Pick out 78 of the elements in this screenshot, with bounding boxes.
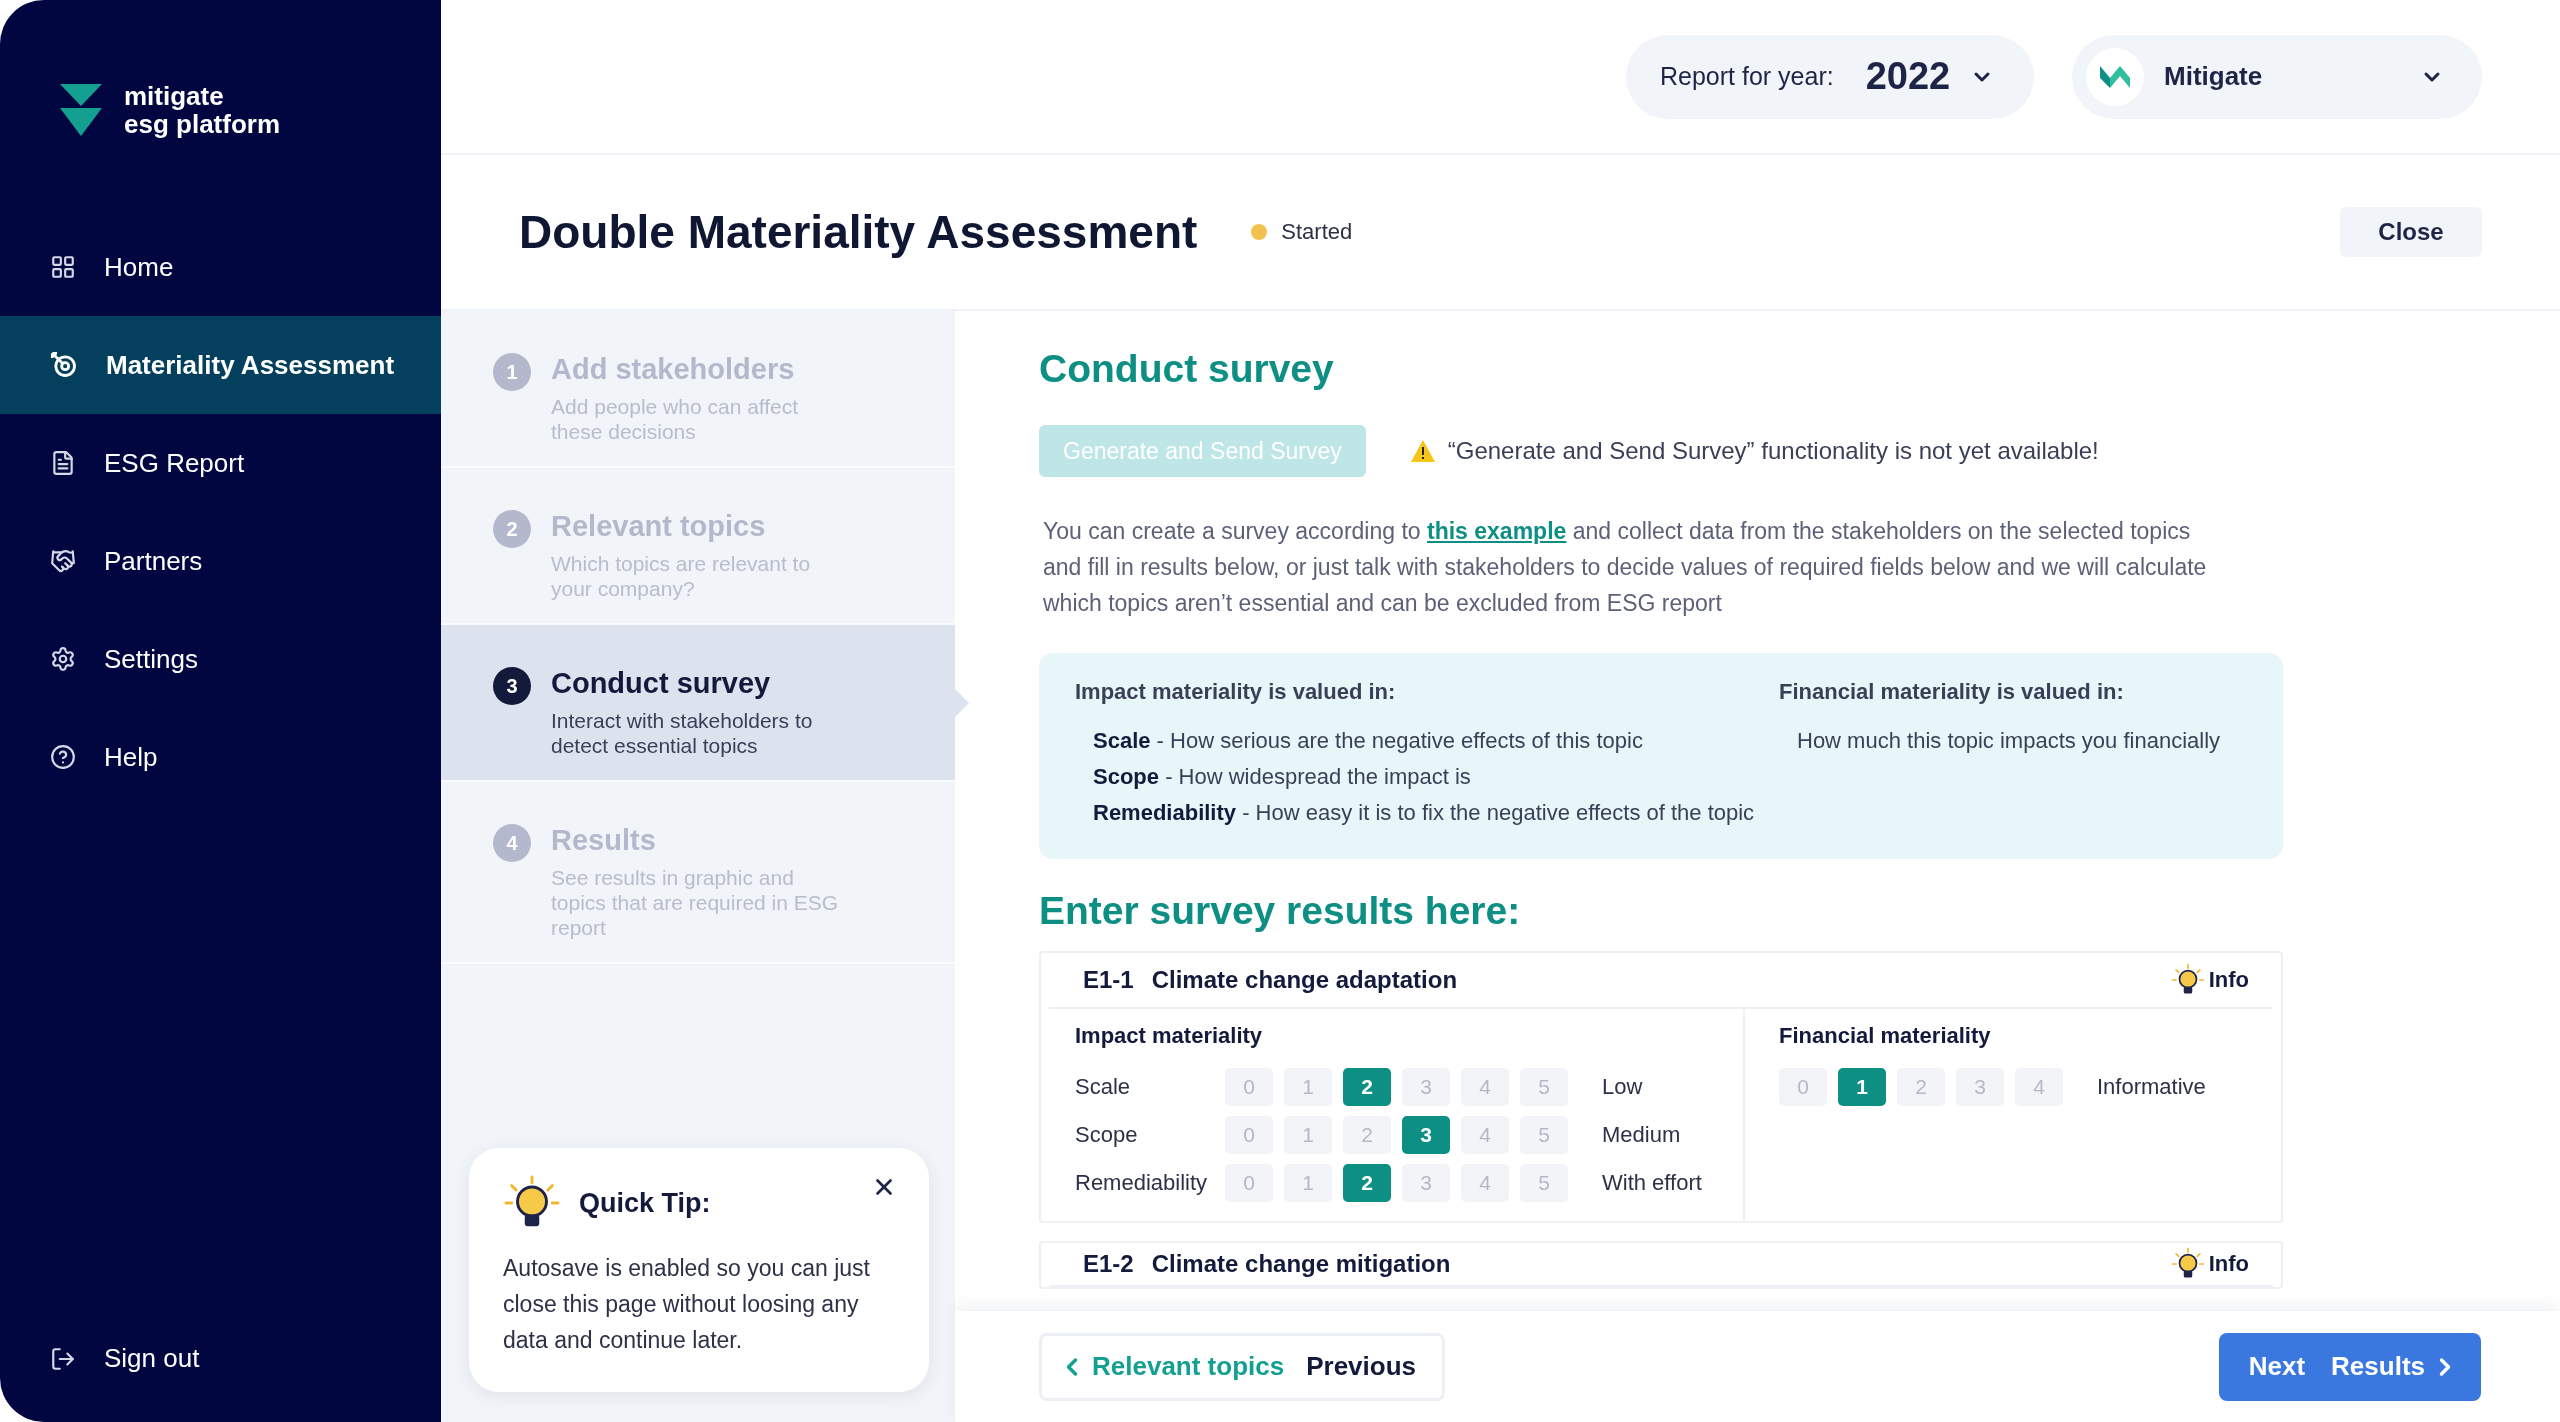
topic-title: Climate change adaptation: [1151, 966, 1458, 994]
nav-item[interactable]: Settings: [0, 610, 441, 708]
previous-button[interactable]: Relevant topics Previous: [1039, 1332, 1445, 1401]
tip-title: Quick Tip:: [579, 1187, 711, 1219]
row-label: Scale: [1075, 1074, 1132, 1100]
topic-code: E1-1: [1083, 966, 1134, 994]
company-select[interactable]: Mitigate: [2072, 34, 2482, 119]
score-option[interactable]: 2: [1897, 1068, 1945, 1106]
lightbulb-icon: [2170, 1247, 2205, 1281]
sign-out-link[interactable]: Sign out: [0, 1343, 441, 1374]
score-option[interactable]: 3: [1402, 1164, 1450, 1202]
info-line: Scale - How serious are the negative effects of this topic: [1092, 727, 1644, 755]
company-logo-icon: [2086, 47, 2144, 106]
info-line: Scope - How widespread the impact is: [1092, 763, 1472, 791]
score-option[interactable]: 2: [1343, 1164, 1391, 1202]
score-option[interactable]: 1: [1284, 1164, 1332, 1202]
example-link[interactable]: this example: [1427, 518, 1567, 544]
warning-text: “Generate and Send Survey” functionality is not yet available!: [1447, 437, 2099, 465]
score-option[interactable]: 4: [1461, 1164, 1509, 1202]
close-button[interactable]: Close: [2340, 207, 2482, 257]
document-icon: [50, 450, 76, 476]
info-line: Remediability - How easy it is to fix the negative effects of the topic: [1092, 799, 1756, 827]
target-icon: [50, 351, 78, 379]
score-option[interactable]: 0: [1779, 1068, 1827, 1106]
nav-item[interactable]: Partners: [0, 512, 441, 610]
score-reading: Low: [1602, 1074, 1643, 1100]
score-option[interactable]: 5: [1520, 1068, 1568, 1106]
score-option[interactable]: 1: [1838, 1068, 1886, 1106]
score-option[interactable]: 5: [1520, 1164, 1568, 1202]
info-button[interactable]: Info: [2170, 963, 2249, 997]
score-option[interactable]: 4: [1461, 1068, 1509, 1106]
nav-item[interactable]: Materiality Assessment: [0, 316, 441, 414]
score-option[interactable]: 4: [1461, 1116, 1509, 1154]
page-title: Double Materiality Assessment: [519, 205, 1198, 259]
lightbulb-icon: [2170, 963, 2205, 997]
score-option[interactable]: 2: [1343, 1068, 1391, 1106]
section-heading: Conduct survey: [1039, 347, 1335, 391]
score-reading: Informative: [2097, 1074, 2206, 1100]
score-reading: With effort: [1602, 1170, 1702, 1196]
topic-code: E1-2: [1083, 1250, 1134, 1278]
handshake-icon: [50, 548, 76, 574]
info-line: How much this topic impacts you financially: [1796, 727, 2222, 755]
nav-item[interactable]: ESG Report: [0, 414, 441, 512]
logout-icon: [50, 1345, 76, 1372]
row-label: Remediability: [1075, 1170, 1209, 1196]
nav-item[interactable]: Home: [0, 218, 441, 316]
score-option[interactable]: 3: [1402, 1116, 1450, 1154]
subsection-heading: Financial materiality: [1779, 1023, 1992, 1049]
score-option[interactable]: 0: [1225, 1068, 1273, 1106]
topic-title: Climate change mitigation: [1151, 1250, 1451, 1278]
score-option[interactable]: 2: [1343, 1116, 1391, 1154]
logo-text: mitigate esg platform: [124, 82, 281, 138]
intro-paragraph: You can create a survey according to this example and collect data from the stakeholders on the selected topics and fill in results below, or just talk with stakeholders to decide values of required fields below and we will calculate which topics aren’t essential and can be excluded from ESG report: [1043, 517, 2208, 618]
score-option[interactable]: 5: [1520, 1116, 1568, 1154]
info-button[interactable]: Info: [2170, 1247, 2249, 1281]
score-option[interactable]: 3: [1402, 1068, 1450, 1106]
score-option[interactable]: 0: [1225, 1116, 1273, 1154]
score-option[interactable]: 0: [1225, 1164, 1273, 1202]
info-heading: Impact materiality is valued in:: [1075, 679, 1397, 705]
status-label: Started: [1281, 219, 1353, 245]
step-pointer: [955, 688, 969, 717]
help-icon: [50, 744, 76, 770]
score-option[interactable]: 1: [1284, 1068, 1332, 1106]
score-option[interactable]: 3: [1956, 1068, 2004, 1106]
tip-text: Autosave is enabled so you can just close this page without loosing any data and continue later.: [503, 1254, 871, 1355]
nav-item[interactable]: Help: [0, 708, 441, 806]
info-heading: Financial materiality is valued in:: [1779, 679, 2125, 705]
year-select[interactable]: Report for year: 2022: [1626, 34, 2034, 119]
row-label: Scope: [1075, 1122, 1139, 1148]
settings-icon: [50, 646, 76, 672]
score-reading: Medium: [1602, 1122, 1681, 1148]
subsection-heading: Impact materiality: [1075, 1023, 1264, 1049]
warning-icon: [1409, 439, 1436, 463]
score-option[interactable]: 1: [1284, 1116, 1332, 1154]
next-button[interactable]: Next Results: [2218, 1332, 2481, 1401]
score-option[interactable]: 4: [2015, 1068, 2063, 1106]
section-heading: Enter survey results here:: [1039, 889, 1522, 933]
grid-icon: [50, 254, 76, 280]
